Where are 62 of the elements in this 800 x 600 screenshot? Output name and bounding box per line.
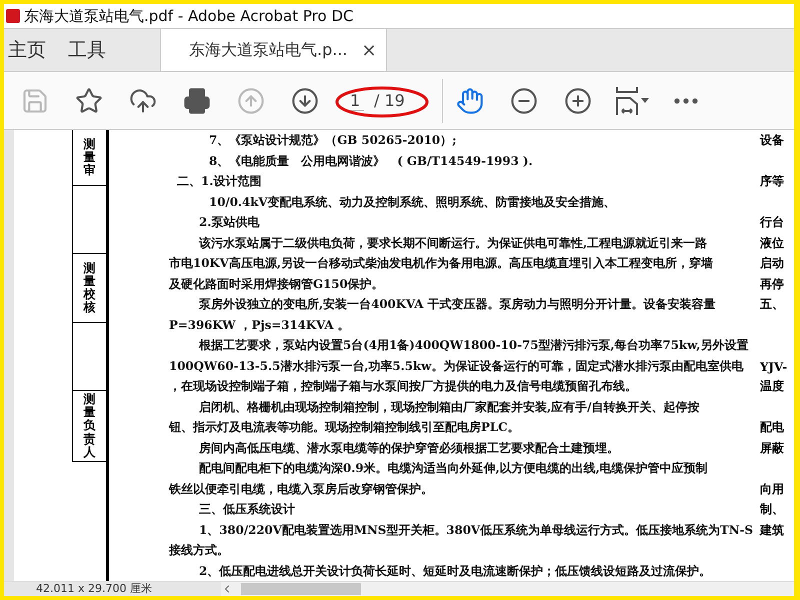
- document-text: ，在现场设控制端子箱，控制端子箱与水泵间按厂方提供的电力及信号电缆预留孔布线。: [169, 379, 638, 396]
- scroll-thumb[interactable]: [241, 583, 361, 595]
- margin-text: 配电: [760, 420, 785, 436]
- printer-icon: [183, 86, 211, 114]
- margin-text: 屏蔽: [760, 440, 785, 457]
- window-title: 东海大道泵站电气.pdf - Adobe Acrobat Pro DC: [24, 6, 354, 26]
- document-text: 10/0.4kV变配电系统、动力及控制系统、照明系统、防雷接地及安全措施、: [208, 194, 617, 211]
- close-tab-button[interactable]: ×: [362, 40, 377, 60]
- signature-label: 测量校核: [84, 262, 96, 314]
- nav-tab[interactable]: 工具: [64, 29, 124, 71]
- margin-text: 启动: [760, 256, 785, 272]
- document-text: 接线方式。: [169, 543, 230, 560]
- star-icon: [75, 86, 103, 114]
- zoom-out-icon: [510, 86, 538, 114]
- margin-text: 制、: [760, 502, 785, 518]
- margin-text: 液位: [760, 236, 785, 252]
- document-text: 市电10KV高压电源,另设一台移动式柴油发电机作为备用电源。高压电缆直埋引入本工程变电所，穿墙: [169, 256, 714, 272]
- tab-label: 东海大道泵站电气.p...: [189, 40, 348, 60]
- page-number-field[interactable]: 1: [350, 90, 364, 110]
- margin-text: 设备: [760, 133, 785, 150]
- document-text: P=396KW ，Pjs=314KVA 。: [169, 318, 351, 334]
- fit-page-icon: [615, 86, 639, 116]
- caret-icon: [641, 98, 649, 103]
- zoom-in-icon: [564, 86, 592, 114]
- document-text: 根据工艺要求，泵站内设置5台(4用1备)400QW1800-10-75型潜污排污泵,每台功率75kw,另外设置: [198, 338, 750, 354]
- document-text: 1、380/220V配电装置选用MNS型开关柜。380V低压系统为单母线运行方式。低压接地系统为TN-S: [198, 522, 754, 539]
- save-icon: [21, 86, 49, 114]
- page-size-label: 42.011 x 29.700 厘米: [4, 582, 221, 596]
- document-tab[interactable]: 东海大道泵站电气.p... ×: [160, 29, 387, 71]
- document-text: 泵房外设独立的变电所,安装一台400KVA 干式变压器。泵房动力与照明分开计量。设备安装容量: [198, 297, 716, 314]
- document-text: 三、低压系统设计: [198, 502, 296, 518]
- margin-text: 行台: [760, 215, 785, 232]
- document-text: 8、《电能质量 公用电网谐波》 ( GB/T14549-1993 ).: [208, 154, 534, 170]
- signature-label: 测量负责人: [84, 393, 96, 459]
- signature-label: 测量审: [84, 138, 96, 178]
- margin-text: 再停: [760, 276, 785, 293]
- app-icon: [6, 9, 20, 23]
- document-text: 房间内高低压电缆、潜水泵电缆等的保护穿管必须根据工艺要求配合土建预埋。: [198, 440, 620, 457]
- margin-text: 向用: [760, 482, 785, 498]
- margin-text: 五、: [760, 297, 785, 314]
- page-total: / 19: [374, 91, 405, 110]
- nav-tab[interactable]: 主页: [4, 29, 64, 71]
- arrow-down-circle-icon: [291, 86, 319, 114]
- hand-icon: [456, 86, 484, 114]
- more-icon: [674, 98, 698, 104]
- document-text: 2.泵站供电: [198, 215, 260, 232]
- cloud-upload-icon: [129, 86, 157, 114]
- document-text: 7、《泵站设计规范》（GB 50265-2010）;: [208, 133, 458, 150]
- document-text: 配电间配电柜下的电缆沟深0.9米。电缆沟适当向外延伸,以方便电缆的出线,电缆保护管中应预制: [198, 461, 709, 478]
- margin-text: 序等: [760, 174, 785, 190]
- document-text: 启闭机、格栅机由现场控制箱控制，现场控制箱由厂家配套并安装,应有手/自转换开关、起停按: [198, 400, 700, 416]
- document-text: 及硬化路面时采用焊接钢管G150保护。: [169, 276, 385, 293]
- margin-text: YJV-: [760, 360, 788, 374]
- document-text: 100QW60-13-5.5潜水排污泵一台,功率5.5kw。为保证设备运行的可靠，固定式潜水排污泵由配电室供电: [169, 358, 744, 375]
- margin-text: 建筑: [760, 522, 785, 539]
- document-text: 该污水泵站属于二级供电负荷，要求长期不间断运行。为保证供电可靠性,工程电源就近引来一路: [198, 236, 708, 252]
- section-heading: 二、1.设计范围: [176, 174, 262, 190]
- document-text: 铁丝以便牵引电缆，电缆入泵房后改穿钢管保护。: [169, 482, 434, 498]
- arrow-up-circle-icon: [237, 86, 265, 114]
- document-text: 钮、指示灯及电流表等功能。现场控制箱控制线引至配电房PLC。: [169, 420, 521, 436]
- document-text: 2、低压配电进线总开关设计负荷长延时、短延时及电流速断保护；低压馈线设短路及过流保护。: [198, 564, 712, 580]
- margin-text: 温度: [760, 379, 785, 396]
